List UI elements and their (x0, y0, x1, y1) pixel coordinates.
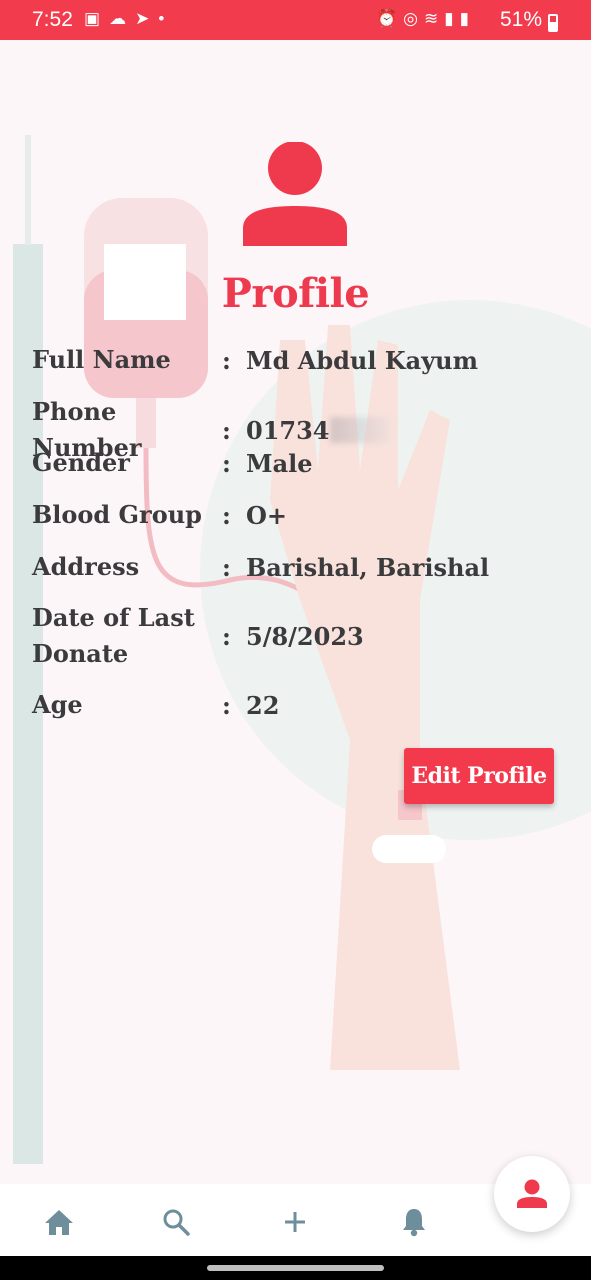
hotspot-icon: ◎ (403, 9, 419, 28)
separator: : (222, 500, 231, 530)
profile-avatar-icon (243, 142, 347, 246)
row-age: Age : 22 (32, 687, 572, 723)
row-address: Address : Barishal, Barishal (32, 549, 572, 585)
label-last-donate: Date of Last Donate (32, 603, 195, 668)
weather-icon: ☁ (109, 9, 127, 28)
status-time: 7:52 (32, 8, 73, 31)
nav-home[interactable] (39, 1202, 79, 1242)
separator: : (222, 345, 231, 375)
label-address: Address (32, 552, 140, 581)
edit-profile-button[interactable]: Edit Profile (404, 748, 554, 804)
home-indicator[interactable] (207, 1265, 384, 1271)
label-blood-group: Blood Group (32, 500, 202, 529)
separator: : (222, 415, 231, 445)
signal-icon: ▮ (459, 9, 469, 28)
value-last-donate: 5/8/2023 (246, 621, 364, 651)
row-full-name: Full Name : Md Abdul Kayum (32, 342, 572, 378)
gesture-bar (0, 1256, 591, 1280)
value-age: 22 (246, 690, 280, 720)
bell-icon (403, 1209, 425, 1237)
separator: : (222, 552, 231, 582)
value-address: Barishal, Barishal (246, 552, 490, 582)
nav-add[interactable] (275, 1202, 315, 1242)
image-icon: ▣ (84, 9, 101, 28)
home-icon (45, 1210, 73, 1235)
alarm-icon: ⏰ (376, 9, 398, 28)
nav-notifications[interactable] (394, 1202, 434, 1242)
row-gender: Gender : Male (32, 445, 572, 481)
system-icons: ⏰ ◎ ≋ ▮ ▮ (376, 9, 469, 29)
value-phone-number: 01734 (246, 415, 330, 445)
battery-level: 51% (500, 8, 543, 31)
nav-search[interactable] (156, 1202, 196, 1242)
separator: : (222, 621, 231, 651)
row-last-donate: Date of Last Donate : 5/8/2023 (32, 600, 572, 672)
signal-icon: ▮ (444, 9, 454, 28)
search-icon (163, 1209, 190, 1236)
label-gender: Gender (32, 448, 130, 477)
value-blood-group: O+ (246, 500, 288, 530)
value-full-name: Md Abdul Kayum (246, 345, 479, 375)
separator: : (222, 690, 231, 720)
redacted-digits (329, 417, 390, 443)
label-full-name: Full Name (32, 345, 171, 374)
plus-icon (285, 1212, 305, 1232)
profile-icon (517, 1179, 547, 1208)
dot-icon: • (158, 9, 165, 28)
label-age: Age (32, 690, 83, 719)
page-title: Profile (221, 270, 370, 317)
notification-icons: ▣ ☁ ➤ • (84, 9, 164, 29)
row-blood-group: Blood Group : O+ (32, 497, 572, 533)
send-icon: ➤ (135, 9, 150, 28)
wifi-icon: ≋ (424, 9, 439, 28)
nav-profile-button[interactable] (494, 1156, 570, 1232)
status-bar: 7:52 ▣ ☁ ➤ • ⏰ ◎ ≋ ▮ ▮ 51% (0, 0, 591, 40)
separator: : (222, 448, 231, 478)
value-gender: Male (246, 448, 313, 478)
battery-icon (548, 14, 558, 32)
